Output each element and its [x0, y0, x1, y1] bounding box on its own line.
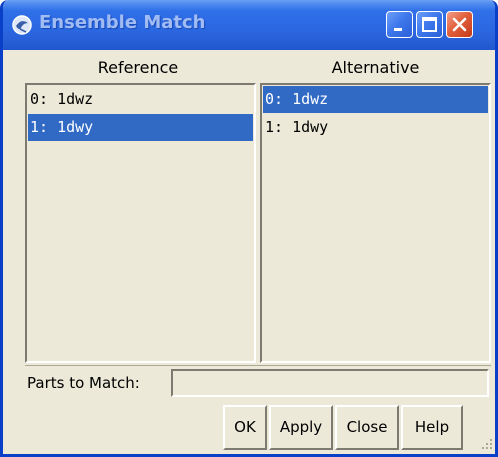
close-icon [452, 17, 467, 32]
reference-list-item[interactable]: 1: 1dwy [28, 114, 253, 141]
reference-list-item[interactable]: 0: 1dwz [28, 86, 253, 113]
maximize-icon [422, 17, 437, 32]
close-window-button[interactable] [446, 11, 473, 38]
reference-list[interactable]: 0: 1dwz 1: 1dwy [25, 83, 256, 363]
alternative-list-item[interactable]: 1: 1dwy [263, 114, 488, 141]
ensemble-match-window: Ensemble Match Reference Alternative 0: … [0, 0, 498, 457]
parts-to-match-input[interactable] [171, 369, 489, 397]
alternative-header: Alternative [331, 58, 420, 77]
help-button[interactable]: Help [401, 405, 463, 450]
alternative-list-item[interactable]: 0: 1dwz [263, 86, 488, 113]
title-bar[interactable]: Ensemble Match [3, 0, 495, 50]
resize-grip-icon[interactable] [479, 436, 493, 450]
chimera-icon [12, 15, 32, 35]
window-title: Ensemble Match [39, 12, 206, 33]
divider [25, 365, 491, 366]
apply-button[interactable]: Apply [269, 405, 333, 450]
minimize-icon [394, 28, 402, 31]
parts-to-match-label: Parts to Match: [27, 374, 140, 392]
minimize-button[interactable] [386, 11, 413, 38]
close-button[interactable]: Close [335, 405, 399, 450]
alternative-list[interactable]: 0: 1dwz 1: 1dwy [260, 83, 491, 363]
maximize-button[interactable] [416, 11, 443, 38]
ok-button[interactable]: OK [223, 405, 267, 450]
reference-header: Reference [97, 58, 179, 77]
